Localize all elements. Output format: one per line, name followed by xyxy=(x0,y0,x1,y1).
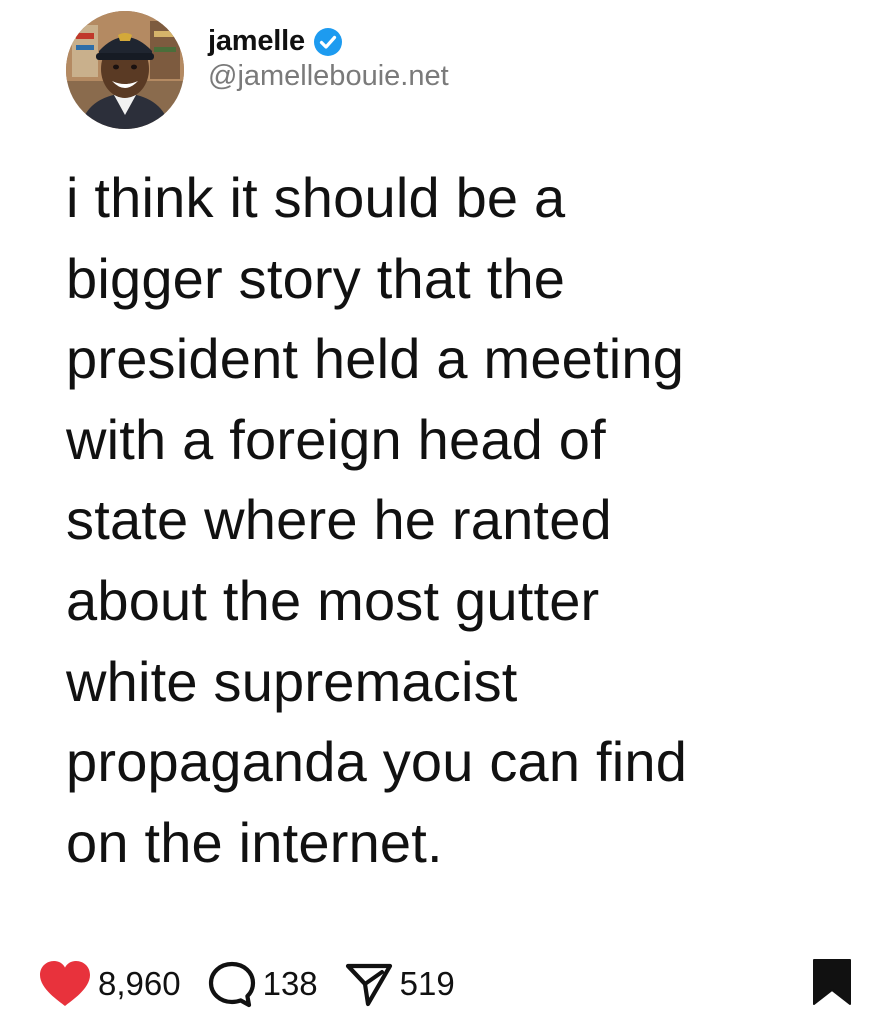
author-info: jamelle @jamellebouie.net xyxy=(208,25,449,93)
heart-icon xyxy=(40,961,90,1006)
avatar-photo xyxy=(66,11,184,129)
post-header: jamelle @jamellebouie.net xyxy=(66,10,449,130)
repost-count: 519 xyxy=(399,965,455,1002)
post-text: i think it should be a bigger story that… xyxy=(66,166,688,874)
author-handle[interactable]: @jamellebouie.net xyxy=(208,60,449,93)
reply-count: 138 xyxy=(262,965,318,1002)
avatar[interactable] xyxy=(66,11,184,129)
reply-bubble-icon xyxy=(208,961,255,1008)
like-count: 8,960 xyxy=(98,965,181,1002)
repost-button[interactable]: 519 xyxy=(344,960,455,1008)
verified-badge-icon xyxy=(313,27,343,57)
author-display-name[interactable]: jamelle xyxy=(208,25,305,58)
send-icon xyxy=(345,963,392,1007)
post-card: jamelle @jamellebouie.net i think it sho… xyxy=(0,0,874,1024)
bookmark-icon xyxy=(813,959,851,1005)
like-button[interactable]: 8,960 xyxy=(38,960,181,1008)
author-name-row: jamelle xyxy=(208,25,449,58)
reply-button[interactable]: 138 xyxy=(207,960,318,1008)
post-actions-bar: 8,960 138 519 xyxy=(38,954,852,1014)
bookmark-button[interactable] xyxy=(812,958,852,1011)
